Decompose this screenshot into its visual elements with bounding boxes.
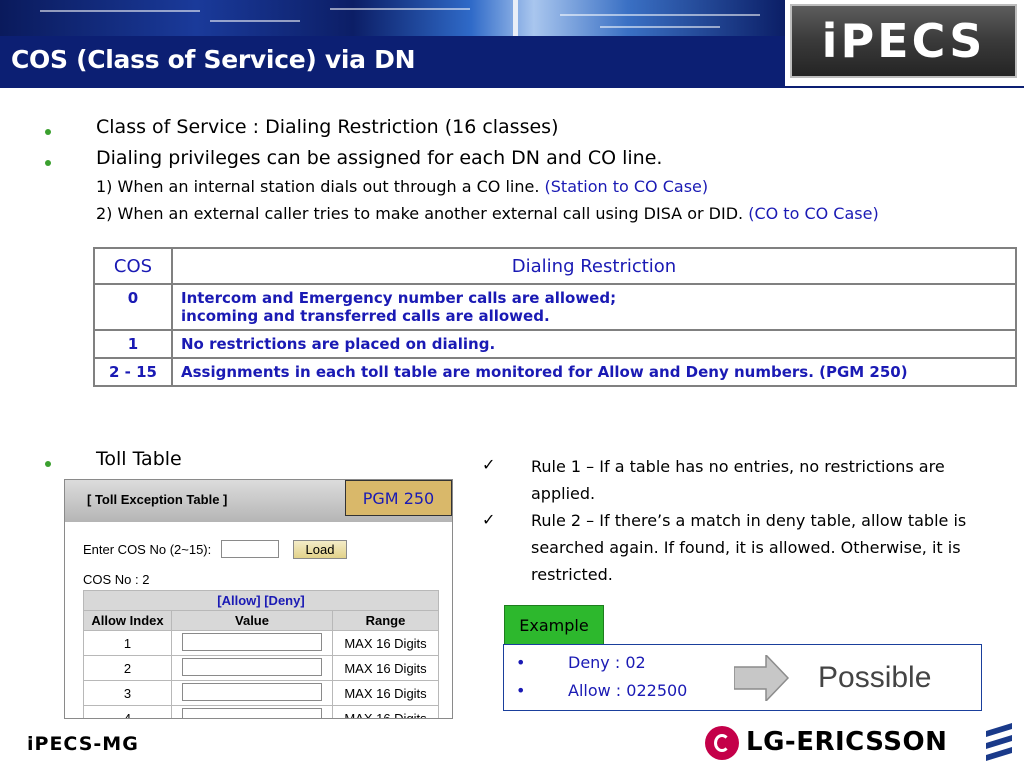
value-cell [171, 705, 333, 718]
bullet-dialing-privileges: Dialing privileges can be assigned for e… [96, 147, 663, 169]
logo-text: iPECS [821, 14, 986, 68]
cos-table: COS Dialing Restriction 0 Intercom and E… [93, 247, 1017, 387]
bullet-dot-icon [45, 461, 51, 467]
rule-2: Rule 2 – If there’s a match in deny tabl… [531, 511, 967, 584]
restriction-cell: No restrictions are placed on dialing. [171, 329, 1017, 359]
table-row: 0 Intercom and Emergency number calls ar… [93, 283, 1017, 331]
value-input[interactable] [182, 682, 322, 701]
table-row: 3 MAX 16 Digits [83, 680, 439, 706]
allow-index: 2 [83, 655, 172, 681]
cos-value: 2 - 15 [93, 357, 173, 387]
ipecs-logo: iPECS [790, 4, 1017, 78]
restriction-text: No restrictions are placed on dialing. [181, 335, 496, 353]
example-result: Possible [818, 661, 932, 694]
enter-cos-label: Enter COS No (2~15): [83, 542, 212, 557]
sub-line-station-to-co: 1) When an internal station dials out th… [96, 177, 708, 196]
ericsson-mark-icon [986, 723, 1012, 761]
check-icon: ✓ [482, 510, 496, 529]
sub-line-text: 1) When an internal station dials out th… [96, 177, 540, 196]
sub-line-text: 2) When an external caller tries to make… [96, 204, 744, 223]
allow-index: 3 [83, 680, 172, 706]
sub-line-highlight: (CO to CO Case) [748, 204, 879, 223]
ipecs-mg-logo: iPECS-MG [27, 733, 139, 755]
example-tab: Example [504, 605, 604, 645]
col-range: Range [332, 610, 439, 631]
example-allow-text: Allow : 022500 [568, 681, 688, 700]
restriction-text: Assignments in each toll table are monit… [181, 363, 908, 381]
restriction-text: Intercom and Emergency number calls are … [181, 289, 617, 307]
allow-deny-tabs[interactable]: [Allow] [Deny] [83, 590, 439, 611]
range-cell: MAX 16 Digits [332, 705, 439, 718]
table-row: 1 MAX 16 Digits [83, 630, 439, 656]
cos-value: 1 [93, 329, 173, 359]
toll-inner-table: [Allow] [Deny] Allow Index Value Range 1… [83, 590, 439, 718]
range-cell: MAX 16 Digits [332, 680, 439, 706]
arrow-right-icon [734, 655, 790, 701]
pgm-badge: PGM 250 [345, 480, 452, 516]
header-cos: COS [93, 247, 173, 285]
title-divider [0, 86, 1024, 88]
example-allow: • Allow : 022500 [516, 681, 688, 700]
brand-separator: - [784, 727, 797, 757]
example-deny-text: Deny : 02 [568, 653, 646, 672]
check-icon: ✓ [482, 455, 496, 474]
bullet-cos-definition: Class of Service : Dialing Restriction (… [96, 116, 559, 138]
cos-number-input[interactable] [221, 540, 279, 558]
table-row: 2 - 15 Assignments in each toll table ar… [93, 357, 1017, 387]
example-box: • Deny : 02 • Allow : 022500 Possible [503, 644, 982, 711]
bullet-dot-icon [45, 129, 51, 135]
restriction-cell: Assignments in each toll table are monit… [171, 357, 1017, 387]
value-cell [171, 630, 333, 656]
rule-1: Rule 1 – If a table has no entries, no r… [531, 457, 945, 503]
table-row: 1 No restrictions are placed on dialing. [93, 329, 1017, 359]
allow-index: 4 [83, 705, 172, 718]
value-cell [171, 655, 333, 681]
value-input[interactable] [182, 657, 322, 676]
range-cell: MAX 16 Digits [332, 655, 439, 681]
cos-no-label: COS No : 2 [83, 572, 150, 587]
sub-line-highlight: (Station to CO Case) [544, 177, 709, 196]
bullet-dot-icon [45, 160, 51, 166]
brand-ericsson: ERICSSON [796, 727, 948, 757]
lg-ericsson-logo: LG-ERICSSON [746, 727, 947, 757]
allow-index: 1 [83, 630, 172, 656]
example-deny: • Deny : 02 [516, 653, 646, 672]
table-header-row: COS Dialing Restriction [93, 247, 1017, 285]
range-cell: MAX 16 Digits [332, 630, 439, 656]
header-dialing-restriction: Dialing Restriction [171, 247, 1017, 285]
lg-logo-icon [705, 726, 739, 760]
table-row: 4 MAX 16 Digits [83, 705, 439, 718]
page-title: COS (Class of Service) via DN [11, 45, 416, 74]
value-cell [171, 680, 333, 706]
load-button[interactable]: Load [293, 540, 347, 559]
restriction-text: incoming and transferred calls are allow… [181, 307, 550, 325]
sub-line-co-to-co: 2) When an external caller tries to make… [96, 204, 879, 223]
cos-value: 0 [93, 283, 173, 331]
bullet-toll-table: Toll Table [96, 448, 182, 470]
value-input[interactable] [182, 632, 322, 651]
restriction-cell: Intercom and Emergency number calls are … [171, 283, 1017, 331]
col-allow-index: Allow Index [83, 610, 172, 631]
value-input[interactable] [182, 707, 322, 718]
brand-lg: LG [746, 727, 785, 757]
header-banner-image [0, 0, 785, 36]
col-value: Value [171, 610, 333, 631]
table-row: 2 MAX 16 Digits [83, 655, 439, 681]
